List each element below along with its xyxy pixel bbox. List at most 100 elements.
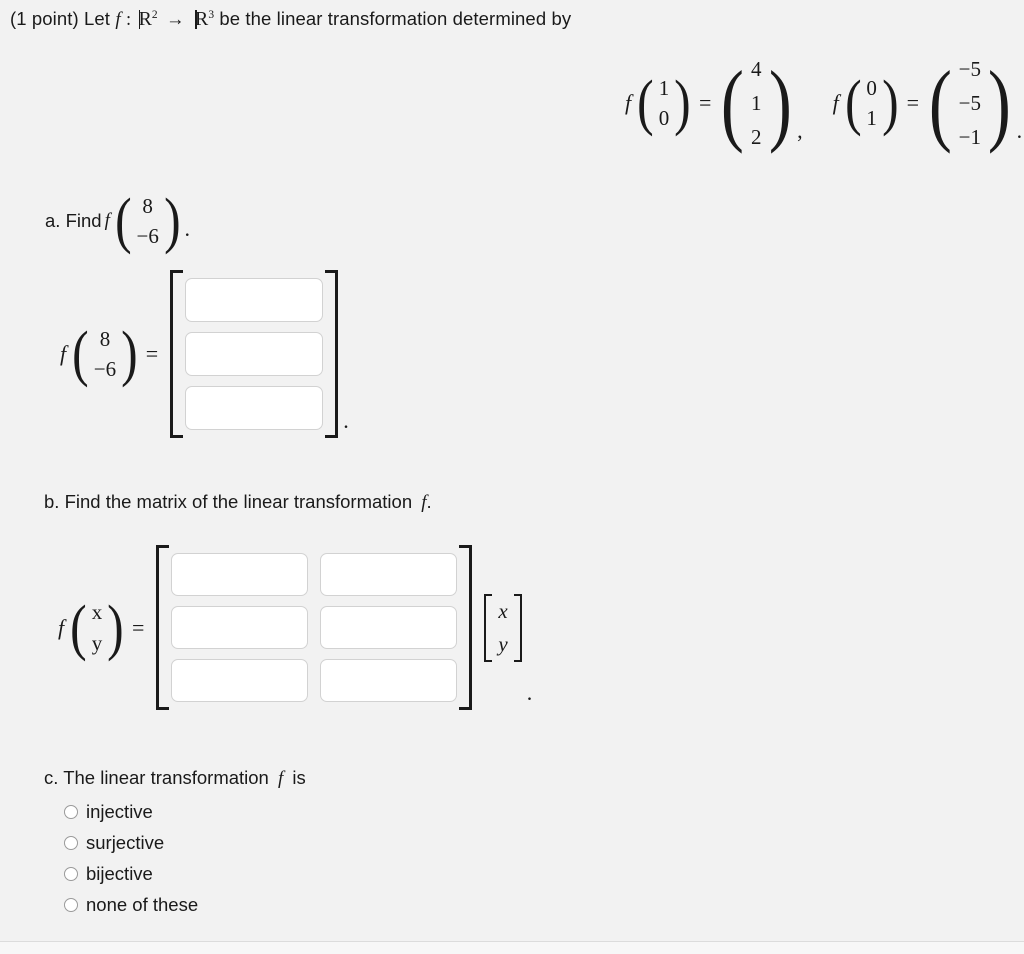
choice-label: bijective [86, 862, 153, 884]
equation-2-input-paren-left: ( [844, 69, 862, 138]
domain-exponent: 2 [151, 8, 158, 21]
part-b-answer-input-vector: x y [89, 597, 106, 658]
radio-button-icon[interactable] [64, 866, 78, 881]
equation-1-f: f [625, 90, 632, 116]
choice-label: surjective [86, 831, 165, 853]
part-a-text: a. Find [45, 210, 102, 231]
part-a-answer-input-vector: 8 −6 [91, 324, 119, 385]
equation-2-output-paren-left: ( [928, 52, 952, 155]
part-c-text: c. The linear transformation [44, 767, 269, 788]
choice-injective[interactable]: injective [64, 796, 198, 827]
given-equations: f ( 1 0 ) = ( 4 1 2 ) , f ( 0 1 ) = (−5… [625, 52, 1022, 154]
vector-entry: 8 [142, 193, 153, 218]
equation-1-punctuation: , [797, 118, 803, 144]
part-b-input-r1c1[interactable] [171, 553, 309, 596]
part-b-bracket-left [156, 545, 170, 710]
radio-button-icon[interactable] [64, 897, 78, 912]
question-prompt: (1 point) Let f : R2 → R3 be the linear … [10, 8, 571, 31]
part-a-bracket-left [170, 270, 184, 438]
choice-none-of-these[interactable]: none of these [64, 889, 198, 920]
part-b-answer-equation: f ( x y ) = x y . [58, 545, 532, 710]
radio-button-icon[interactable] [64, 835, 78, 850]
part-b-answer-paren-left: ( [70, 593, 87, 662]
choice-bijective[interactable]: bijective [64, 858, 198, 889]
part-a-label: a. Find f ( 8 −6 ) . [45, 190, 190, 252]
prompt-let: Let [84, 8, 111, 29]
part-a-input-row3[interactable] [185, 386, 324, 430]
xy-vector-entries: x y [494, 594, 511, 662]
choice-label: injective [86, 800, 153, 822]
part-b-answer-equals: = [131, 614, 145, 640]
vector-entry: −6 [93, 357, 117, 381]
part-b-answer-f: f [58, 614, 65, 640]
vector-entry: −6 [136, 224, 159, 248]
vector-entry: 8 [99, 326, 111, 351]
part-b-input-r2c1[interactable] [171, 606, 309, 649]
part-b-input-r1c2[interactable] [320, 553, 458, 596]
codomain-exponent: 3 [208, 8, 215, 21]
part-b-input-r3c2[interactable] [320, 659, 458, 702]
equation-1-input-vector: 1 0 [656, 73, 673, 134]
vector-entry: 1 [751, 91, 762, 116]
equation-1-output-vector: 4 1 2 [748, 52, 765, 154]
part-b-input-r2c2[interactable] [320, 606, 458, 649]
part-c-text-suffix: is [292, 767, 306, 788]
part-a-answer-paren-right: ) [121, 320, 138, 388]
equation-1-output-paren-right: ) [768, 52, 792, 155]
part-b-text: b. Find the matrix of the linear transfo… [44, 491, 413, 512]
equation-1-equals: = [698, 90, 712, 116]
choice-surjective[interactable]: surjective [64, 827, 198, 858]
part-a-punctuation: . [184, 216, 191, 241]
equation-2-output-paren-right: ) [987, 52, 1011, 155]
part-c-f: f [278, 768, 284, 789]
matrix-row [171, 553, 458, 596]
vector-entry: −5 [958, 91, 981, 116]
equation-1-input-paren-left: ( [637, 69, 654, 138]
equation-1-input-paren-right: ) [674, 69, 691, 138]
bottom-strip [0, 942, 1024, 954]
maps-to-arrow: → [166, 10, 185, 30]
part-b-answer-paren-right: ) [107, 593, 124, 662]
vector-entry: 0 [866, 75, 877, 100]
equation-2-input-vector: 0 1 [863, 73, 880, 134]
part-a-f: f [104, 210, 110, 231]
matrix-row [185, 386, 324, 430]
part-a-answer-punctuation: . [343, 408, 349, 433]
part-a-answer-equals: = [145, 341, 159, 366]
part-a-input-row2[interactable] [185, 332, 324, 376]
vector-entry: −1 [958, 125, 981, 150]
part-a-input-row1[interactable] [185, 278, 324, 322]
part-a-paren-right: ) [163, 187, 181, 255]
vector-entry: y [498, 631, 508, 656]
part-b-label: b. Find the matrix of the linear transfo… [44, 491, 432, 514]
given-equation-2: f ( 0 1 ) = ( −5 −5 −1 ) . [833, 52, 1022, 154]
prompt-colon: : [125, 10, 132, 30]
part-a-answer-equation: f ( 8 −6 ) = . [60, 270, 349, 438]
vector-entry: 1 [658, 75, 670, 100]
part-a-input-matrix [185, 270, 324, 438]
part-a-paren-left: ( [114, 187, 132, 255]
vector-entry: 1 [866, 106, 877, 131]
vector-entry: x [91, 600, 103, 625]
part-a-answer-lhs: f ( 8 −6 ) = [60, 323, 164, 385]
matrix-row [171, 606, 458, 649]
worksheet-page: (1 point) Let f : R2 → R3 be the linear … [0, 0, 1024, 954]
choice-label: none of these [86, 893, 199, 915]
part-b-input-r3c1[interactable] [171, 659, 309, 702]
vector-entry: y [91, 630, 103, 655]
equation-2-input-paren-right: ) [881, 69, 899, 138]
part-a-answer-f: f [60, 341, 67, 366]
matrix-row [171, 659, 458, 702]
vector-entry: 0 [658, 106, 670, 131]
part-b-xy-vector: x y [484, 593, 522, 662]
part-b-bracket-right [459, 545, 473, 710]
part-b-punctuation: . [426, 491, 432, 512]
equation-2-f: f [832, 90, 839, 116]
radio-button-icon[interactable] [64, 804, 78, 819]
part-b-answer-punctuation: . [526, 680, 533, 705]
equation-2-punctuation: . [1016, 118, 1023, 144]
part-c-label: c. The linear transformation f is [44, 767, 306, 790]
xy-bracket-left [484, 593, 493, 662]
vector-entry: −5 [958, 57, 981, 81]
codomain-set-R: R [194, 8, 209, 30]
